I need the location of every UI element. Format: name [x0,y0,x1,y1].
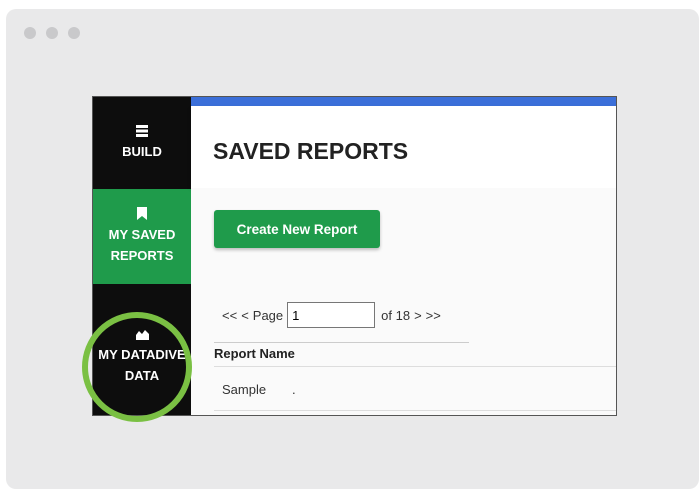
window-dot-close[interactable] [24,27,36,39]
sidebar-item-label: MY SAVED [108,227,176,242]
window-dot-maximize[interactable] [68,27,80,39]
sidebar-item-label: REPORTS [110,248,174,263]
sidebar-item-label: DATA [124,368,160,383]
window-dot-minimize[interactable] [46,27,58,39]
sidebar-item-label: BUILD [122,144,162,159]
column-header-report-name: Report Name [214,346,295,361]
area-chart-icon [135,330,149,340]
sidebar-item-my-datadive-data[interactable]: MY DATADIVE DATA [93,329,191,386]
row-divider [214,410,616,411]
page-count-label: of 18 [381,307,411,323]
last-page-link[interactable]: >> [426,308,441,323]
first-page-link[interactable]: << [222,308,237,323]
sidebar: BUILD MY SAVED REPORTS MY DATADIVE DATA [93,97,191,415]
sidebar-item-label: MY DATADIVE [98,347,186,362]
pagination: << < Page of 18 > >> [222,302,445,328]
bookmark-icon [137,207,147,220]
window-controls [24,27,80,39]
sidebar-item-build[interactable]: BUILD [93,125,191,162]
report-name-cell[interactable]: Sample [222,382,266,397]
sidebar-item-my-saved-reports[interactable]: MY SAVED REPORTS [93,189,191,284]
stack-icon [136,125,148,137]
main-content: Create New Report << < Page of 18 > >> R… [191,188,616,415]
prev-page-link[interactable]: < [241,308,249,323]
page-label: Page [252,307,284,323]
report-extra-cell: . [292,382,296,397]
page-title: SAVED REPORTS [213,138,409,164]
header-divider [214,366,616,367]
page-header: SAVED REPORTS [191,106,616,188]
top-accent-bar [191,97,616,106]
app-screenshot: BUILD MY SAVED REPORTS MY DATADIVE DATA … [92,96,617,416]
page-number-input[interactable] [287,302,376,328]
create-new-report-button[interactable]: Create New Report [214,210,380,248]
pager-divider [214,342,469,343]
next-page-link[interactable]: > [414,308,422,323]
